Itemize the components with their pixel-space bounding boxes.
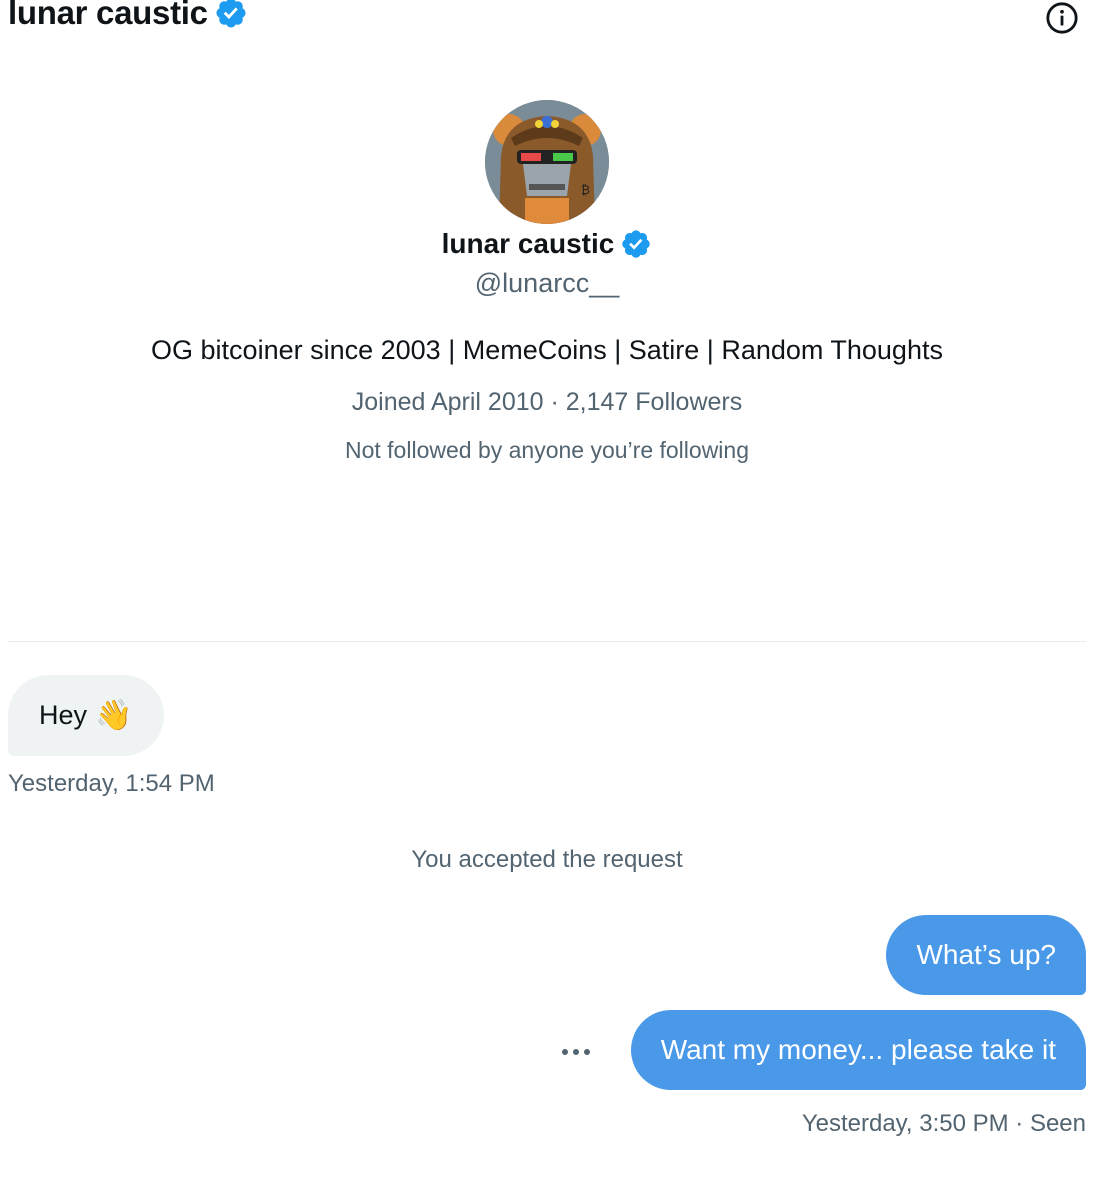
profile-meta: Joined April 2010 · 2,147 Followers [351,388,743,416]
profile-name[interactable]: lunar caustic [442,228,653,260]
outgoing-message-bubble[interactable]: Want my money... please take it [630,1010,1086,1090]
more-dots-icon [562,1049,590,1055]
avatar-image: ₿ [485,100,609,224]
message-more-button[interactable] [558,1036,594,1068]
message-text: Hey [39,700,88,730]
outgoing-status: Yesterday, 3:50 PM · Seen [801,1110,1086,1137]
divider [8,641,1086,642]
display-name-text: lunar caustic [441,228,615,259]
header-title: lunar caustic [8,0,208,31]
profile-avatar[interactable]: ₿ [485,100,609,224]
info-button[interactable] [1044,0,1080,36]
incoming-timestamp: Yesterday, 1:54 PM [8,770,215,797]
system-message: You accepted the request [411,846,683,873]
profile-summary: ₿ lunar caustic @lunarcc__ OG bitcoiner … [0,100,1094,464]
info-icon [1046,2,1078,34]
conversation-header: lunar caustic [8,0,248,32]
outgoing-message-bubble[interactable]: What’s up? [886,915,1086,995]
profile-bio: OG bitcoiner since 2003 | MemeCoins | Sa… [151,335,943,365]
profile-handle[interactable]: @lunarcc__ [475,268,619,299]
svg-text:₿: ₿ [581,183,590,197]
verified-badge-icon [216,0,246,28]
verified-badge-icon [622,230,651,258]
waving-hand-emoji: 👋 [95,698,133,732]
mutual-followers-note: Not followed by anyone you’re following [344,437,750,463]
incoming-message-bubble[interactable]: Hey 👋 [8,675,165,756]
